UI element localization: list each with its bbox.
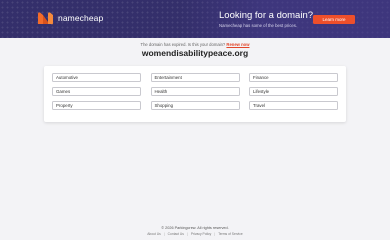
namecheap-logo[interactable]: namecheap — [37, 11, 103, 25]
footer-separator: | — [214, 231, 216, 236]
category-shopping[interactable]: Shopping — [150, 101, 240, 110]
renew-now-link[interactable]: Renew now — [226, 42, 249, 47]
domain-name: womendisabilitypeace.org — [141, 48, 249, 58]
promo-banner: namecheap Looking for a domain? Namechea… — [0, 0, 390, 38]
category-grid: Automotive Entertainment Finance Games H… — [52, 73, 338, 110]
category-lifestyle[interactable]: Lifestyle — [249, 87, 338, 96]
category-automotive[interactable]: Automotive — [52, 73, 141, 82]
footer-separator: | — [186, 231, 188, 236]
category-travel[interactable]: Travel — [249, 101, 338, 110]
footer-link-terms[interactable]: Terms of Service — [218, 232, 243, 236]
category-card: Automotive Entertainment Finance Games H… — [44, 66, 346, 122]
notice-text: The domain has expired. Is this your dom… — [140, 42, 226, 47]
category-entertainment[interactable]: Entertainment — [150, 73, 240, 82]
footer-link-privacy[interactable]: Privacy Policy — [191, 232, 212, 236]
category-health[interactable]: Health — [150, 87, 240, 96]
category-property[interactable]: Property — [52, 101, 141, 110]
footer-link-about[interactable]: About Us — [147, 232, 161, 236]
page: namecheap Looking for a domain? Namechea… — [0, 0, 390, 240]
footer-links: About Us | Contact Us | Privacy Policy |… — [0, 232, 390, 236]
footer-link-contact[interactable]: Contact Us — [168, 232, 184, 236]
expired-notice: The domain has expired. Is this your dom… — [0, 42, 390, 47]
category-finance[interactable]: Finance — [249, 73, 338, 82]
promo-title: Looking for a domain? — [219, 10, 314, 21]
footer-separator: | — [163, 231, 165, 236]
promo-subtitle: Namecheap has some of the best prices. — [219, 23, 298, 28]
category-games[interactable]: Games — [52, 87, 141, 96]
brand-name: namecheap — [58, 13, 104, 23]
namecheap-logo-icon — [38, 12, 53, 25]
learn-more-button[interactable]: Learn more — [313, 15, 355, 24]
footer-copyright: © 2026 Parkingcrew. All rights reserved. — [161, 226, 229, 230]
